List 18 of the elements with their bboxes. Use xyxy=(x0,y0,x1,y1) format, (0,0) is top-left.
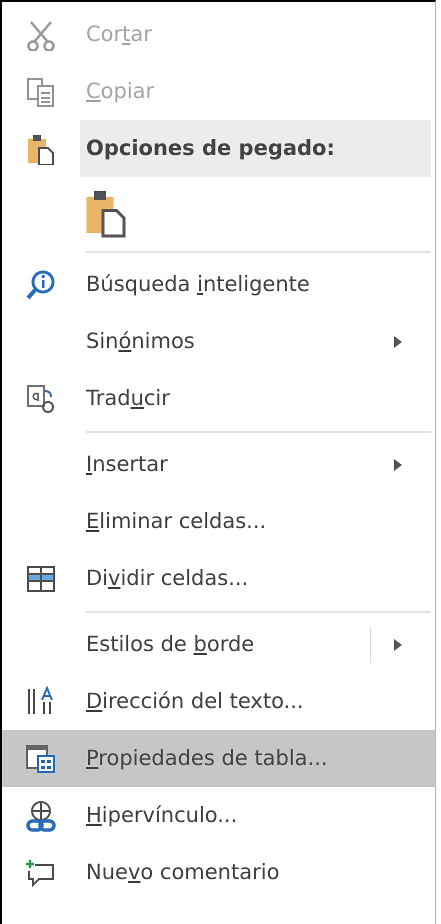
magnifier-info-icon xyxy=(25,268,57,300)
menu-item[interactable]: Dividir celdas... xyxy=(80,550,431,607)
clipboard-icon xyxy=(25,132,57,164)
table-properties-icon xyxy=(25,742,57,774)
globe-link-icon xyxy=(25,800,57,832)
menu-item[interactable]: Nuevo comentario xyxy=(80,844,431,901)
copy-icon xyxy=(25,76,57,108)
menu-item[interactable]: Búsqueda inteligente xyxy=(80,256,431,313)
menu-item[interactable]: Hipervínculo... xyxy=(80,787,431,844)
menu-item[interactable]: Insertar xyxy=(80,436,431,493)
translate-icon xyxy=(25,382,57,414)
menu-item[interactable]: Eliminar celdas... xyxy=(80,493,431,550)
menu-item[interactable]: Sinónimos xyxy=(80,313,431,370)
menu-item[interactable]: Estilos de borde xyxy=(80,616,431,673)
scissors-icon xyxy=(25,18,57,50)
menu-section-header: Opciones de pegado: xyxy=(80,120,431,177)
menu-item[interactable]: Dirección del texto... xyxy=(80,673,431,730)
menu-item[interactable]: Traducir xyxy=(80,370,431,427)
